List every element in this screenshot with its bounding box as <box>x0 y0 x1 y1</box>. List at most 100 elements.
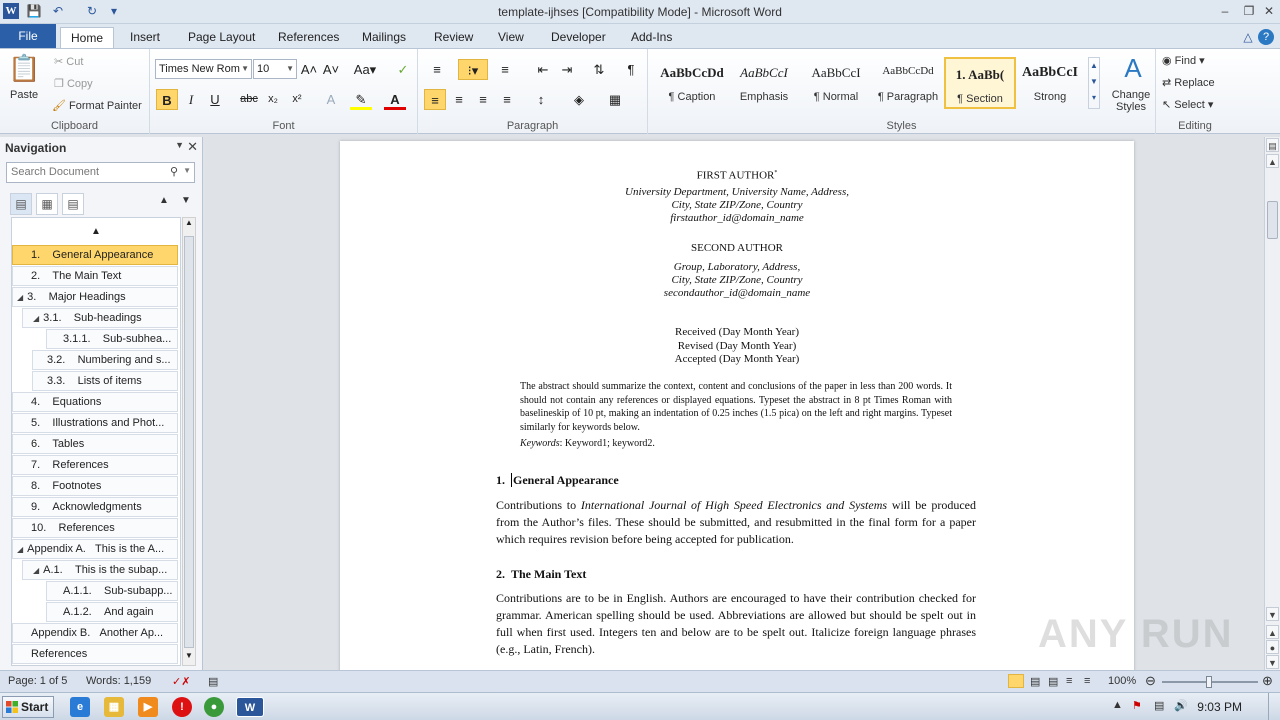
full-screen-reading-icon[interactable]: ▤ <box>1030 675 1040 688</box>
nav-item-a12[interactable]: A.1.2. And again <box>46 602 178 622</box>
draft-icon[interactable]: ≡ <box>1084 675 1090 687</box>
explorer-folder-icon[interactable]: ▦ <box>104 697 124 717</box>
word-taskbar-icon[interactable]: W <box>236 697 264 717</box>
action-center-icon[interactable]: ⚑ <box>1132 699 1142 712</box>
style-normal[interactable]: AaBbCcI ¶ Normal <box>800 57 872 109</box>
word-count[interactable]: Words: 1,159 <box>86 675 151 687</box>
numbering-icon[interactable]: ⁝▾ <box>458 59 488 80</box>
web-layout-icon[interactable]: ▤ <box>1048 675 1058 688</box>
chevron-down-icon[interactable]: ▼ <box>175 140 184 150</box>
expand-icon[interactable]: ◢ <box>33 314 39 323</box>
borders-icon[interactable]: ▦ <box>604 89 626 110</box>
zoom-level[interactable]: 100% <box>1108 675 1136 687</box>
tab-mailings[interactable]: Mailings <box>352 27 416 48</box>
highlight-icon[interactable]: ✎ <box>350 89 372 110</box>
tray-arrow-icon[interactable]: ▲ <box>1112 699 1123 711</box>
replace-button[interactable]: ⇄ Replace <box>1162 76 1215 89</box>
previous-page-icon[interactable]: ▲ <box>1266 625 1279 639</box>
network-icon[interactable]: ▤ <box>1154 699 1164 712</box>
nav-item-appendix-a[interactable]: ◢ Appendix A. This is the A... <box>12 539 178 559</box>
nav-item-appendix-b[interactable]: Appendix B. Another Ap... <box>12 623 178 643</box>
previous-heading-icon[interactable]: ▲ <box>159 195 169 206</box>
style-strong[interactable]: AaBbCcI Strong <box>1014 57 1086 109</box>
tab-add-ins[interactable]: Add-Ins <box>621 27 682 48</box>
tab-references[interactable]: References <box>268 27 349 48</box>
nav-item-main-text[interactable]: 2. The Main Text <box>12 266 178 286</box>
volume-icon[interactable]: 🔊 <box>1174 699 1188 712</box>
scroll-up-icon[interactable]: ▲ <box>183 218 195 232</box>
change-case-icon[interactable]: Aa▾ <box>350 59 380 80</box>
headings-view-icon[interactable]: ▤ <box>10 193 32 215</box>
nav-item-illustrations[interactable]: 5. Illustrations and Phot... <box>12 413 178 433</box>
multilevel-list-icon[interactable]: ≡ <box>494 59 516 80</box>
sort-icon[interactable]: ⇅ <box>588 59 610 80</box>
shrink-font-icon[interactable]: A˅ <box>320 59 342 80</box>
print-layout-icon[interactable] <box>1008 674 1024 688</box>
nav-item-a11[interactable]: A.1.1. Sub-subapp... <box>46 581 178 601</box>
nav-item-footnotes[interactable]: 8. Footnotes <box>12 476 178 496</box>
font-color-icon[interactable]: A <box>384 89 406 110</box>
text-effects-icon[interactable]: A <box>320 89 342 110</box>
nav-scrollbar[interactable]: ▲ ▼ <box>182 217 196 666</box>
align-center-icon[interactable]: ≡ <box>448 89 470 110</box>
show-desktop-button[interactable] <box>1268 693 1280 720</box>
zoom-in-icon[interactable]: ⊕ <box>1262 673 1273 689</box>
tab-page-layout[interactable]: Page Layout <box>178 27 265 48</box>
macro-icon[interactable]: ▤ <box>208 675 218 688</box>
close-icon[interactable]: ✕ <box>187 139 198 155</box>
change-styles-button[interactable]: Change Styles <box>1108 89 1154 113</box>
chrome-icon[interactable]: ● <box>204 697 224 717</box>
clock[interactable]: 9:03 PM <box>1197 700 1242 714</box>
nav-search-input[interactable]: Search Document ⚲ ▼ <box>6 162 195 183</box>
zoom-out-icon[interactable]: ⊖ <box>1145 673 1156 689</box>
select-button[interactable]: ↖ Select ▾ <box>1162 98 1213 111</box>
page-count[interactable]: Page: 1 of 5 <box>8 675 67 687</box>
maximize-button[interactable]: ❐ <box>1238 2 1260 20</box>
minimize-button[interactable]: – <box>1214 2 1236 20</box>
clear-formatting-icon[interactable]: ✓ <box>392 59 414 80</box>
chevron-down-icon[interactable]: ▼ <box>183 166 191 175</box>
browse-object-icon[interactable]: ● <box>1266 640 1279 654</box>
underline-button[interactable]: U <box>204 89 226 110</box>
start-button[interactable]: Start <box>2 696 54 718</box>
nav-item-major-headings[interactable]: ◢ 3. Major Headings <box>12 287 178 307</box>
nav-item-references-2[interactable]: 10. References <box>12 518 178 538</box>
show-formatting-icon[interactable]: ¶ <box>620 59 642 80</box>
font-name-combo[interactable]: Times New Rom ▼ <box>155 59 252 79</box>
style-paragraph[interactable]: AaBbCcDd ¶ Paragraph <box>872 57 944 109</box>
collapse-all-icon[interactable]: ▲ <box>12 226 180 237</box>
superscript-button[interactable]: x² <box>286 89 308 110</box>
nav-item-lists[interactable]: 3.3. Lists of items <box>32 371 178 391</box>
outline-icon[interactable]: ≡ <box>1066 675 1072 687</box>
justify-icon[interactable]: ≡ <box>496 89 518 110</box>
nav-item-references-3[interactable]: References <box>12 644 178 664</box>
copy-button[interactable]: ❐ Copy <box>54 77 93 90</box>
align-right-icon[interactable]: ≡ <box>472 89 494 110</box>
tab-review[interactable]: Review <box>424 27 483 48</box>
expand-icon[interactable]: ◢ <box>17 293 23 302</box>
next-heading-icon[interactable]: ▼ <box>181 195 191 206</box>
shading-icon[interactable]: ◈ <box>568 89 590 110</box>
grow-font-icon[interactable]: A˄ <box>298 59 320 80</box>
bullets-icon[interactable]: ≡ <box>426 59 448 80</box>
internet-explorer-icon[interactable]: e <box>70 697 90 717</box>
nav-item-sub-subheadings[interactable]: 3.1.1. Sub-subhea... <box>46 329 178 349</box>
increase-indent-icon[interactable]: ⇥ <box>556 59 578 80</box>
scroll-thumb[interactable] <box>1267 201 1278 239</box>
styles-scroll-icon[interactable]: ▲ ▼ ▾ <box>1088 57 1100 109</box>
line-spacing-icon[interactable]: ↕ <box>530 89 552 110</box>
document-canvas[interactable]: FIRST AUTHOR* University Department, Uni… <box>204 137 1264 670</box>
change-styles-icon[interactable]: A <box>1118 53 1148 83</box>
style-emphasis[interactable]: AaBbCcI Emphasis <box>728 57 800 109</box>
next-page-icon[interactable]: ▼ <box>1266 655 1279 669</box>
strikethrough-button[interactable]: abc <box>238 89 260 110</box>
paste-icon[interactable]: 📋 <box>8 53 40 87</box>
search-icon[interactable]: ⚲ <box>170 165 178 178</box>
style-section[interactable]: 1. AaBb(¶ Section <box>944 57 1016 109</box>
scroll-down-icon[interactable]: ▼ <box>183 651 195 665</box>
minimize-ribbon-icon[interactable]: △ <box>1240 29 1256 45</box>
results-view-icon[interactable]: ▤ <box>62 193 84 215</box>
style-caption[interactable]: AaBbCcDd ¶ Caption <box>656 57 728 109</box>
tab-developer[interactable]: Developer <box>541 27 616 48</box>
format-painter-button[interactable]: 🖌 Format Painter <box>52 99 142 112</box>
